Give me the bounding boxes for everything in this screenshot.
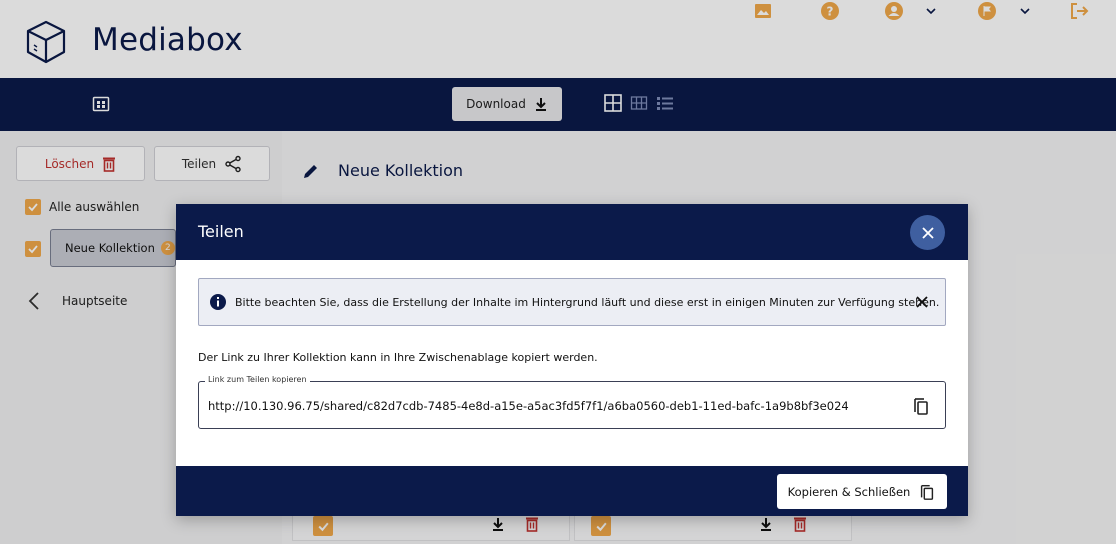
info-icon bbox=[210, 294, 226, 310]
copy-icon bbox=[921, 484, 934, 500]
info-text: Bitte beachten Sie, dass die Erstellung … bbox=[235, 295, 940, 309]
copy-and-close-label: Kopieren & Schließen bbox=[787, 484, 911, 499]
dialog-header: Teilen bbox=[176, 204, 968, 260]
copy-icon[interactable] bbox=[911, 396, 931, 416]
dialog-description: Der Link zu Ihrer Kollektion kann in Ihr… bbox=[198, 351, 598, 364]
dialog-footer: Kopieren & Schließen bbox=[176, 466, 968, 516]
share-link-value[interactable]: http://10.130.96.75/shared/c82d7cdb-7485… bbox=[208, 399, 849, 413]
share-link-field[interactable]: Link zum Teilen kopieren http://10.130.9… bbox=[198, 375, 946, 429]
close-icon[interactable] bbox=[913, 293, 931, 311]
dialog-close-button[interactable] bbox=[910, 215, 945, 250]
share-link-label: Link zum Teilen kopieren bbox=[205, 375, 310, 384]
share-dialog: Teilen Bitte beachten Sie, dass die Erst… bbox=[176, 204, 968, 516]
info-notice: Bitte beachten Sie, dass die Erstellung … bbox=[198, 278, 946, 326]
copy-and-close-button[interactable]: Kopieren & Schließen bbox=[777, 474, 947, 509]
close-icon bbox=[921, 226, 934, 239]
dialog-title: Teilen bbox=[198, 222, 244, 241]
